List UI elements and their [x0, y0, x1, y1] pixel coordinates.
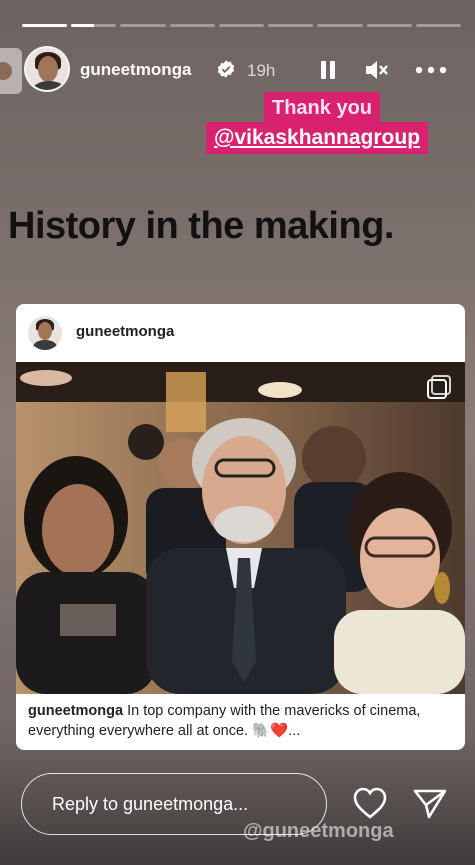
post-username[interactable]: guneetmonga: [76, 323, 174, 340]
progress-segment: [22, 24, 68, 27]
progress-segment: [120, 24, 166, 27]
post-avatar[interactable]: [28, 316, 62, 350]
verified-badge-icon: [217, 60, 235, 78]
mute-icon[interactable]: [362, 56, 390, 84]
story-headline: History in the making.: [8, 205, 394, 247]
caption-username[interactable]: guneetmonga: [28, 703, 123, 719]
reply-placeholder: Reply to guneetmonga...: [52, 794, 249, 814]
story-username[interactable]: guneetmonga: [80, 60, 191, 80]
story-header: guneetmonga 19h: [0, 44, 475, 96]
post-caption: guneetmonga In top company with the mave…: [28, 701, 455, 741]
avatar[interactable]: [24, 46, 70, 92]
progress-segment: [317, 24, 363, 27]
progress-segment: [366, 24, 412, 27]
story-progress: [22, 24, 461, 27]
mention-sticker[interactable]: @vikaskhannagroup: [206, 122, 429, 154]
progress-segment: [71, 24, 117, 27]
group-photo-illustration: [16, 362, 465, 694]
pause-icon[interactable]: [314, 56, 342, 84]
thank-you-sticker: Thank you: [264, 92, 381, 124]
progress-segment: [169, 24, 215, 27]
previous-story-thumbnail[interactable]: [0, 48, 22, 94]
shared-post-card[interactable]: guneetmonga guneetmonga In top company w…: [16, 304, 465, 750]
story-viewer: guneetmonga 19h Thank you @vikaskhannagr…: [0, 0, 475, 865]
progress-segment: [268, 24, 314, 27]
watermark: @guneetmonga: [243, 820, 394, 842]
story-timestamp: 19h: [247, 61, 276, 80]
send-icon[interactable]: [412, 786, 448, 820]
progress-segment: [218, 24, 265, 27]
progress-segment: [415, 24, 461, 27]
more-options-icon[interactable]: [414, 56, 448, 84]
heart-icon[interactable]: [352, 786, 388, 820]
post-photo: [16, 362, 465, 694]
